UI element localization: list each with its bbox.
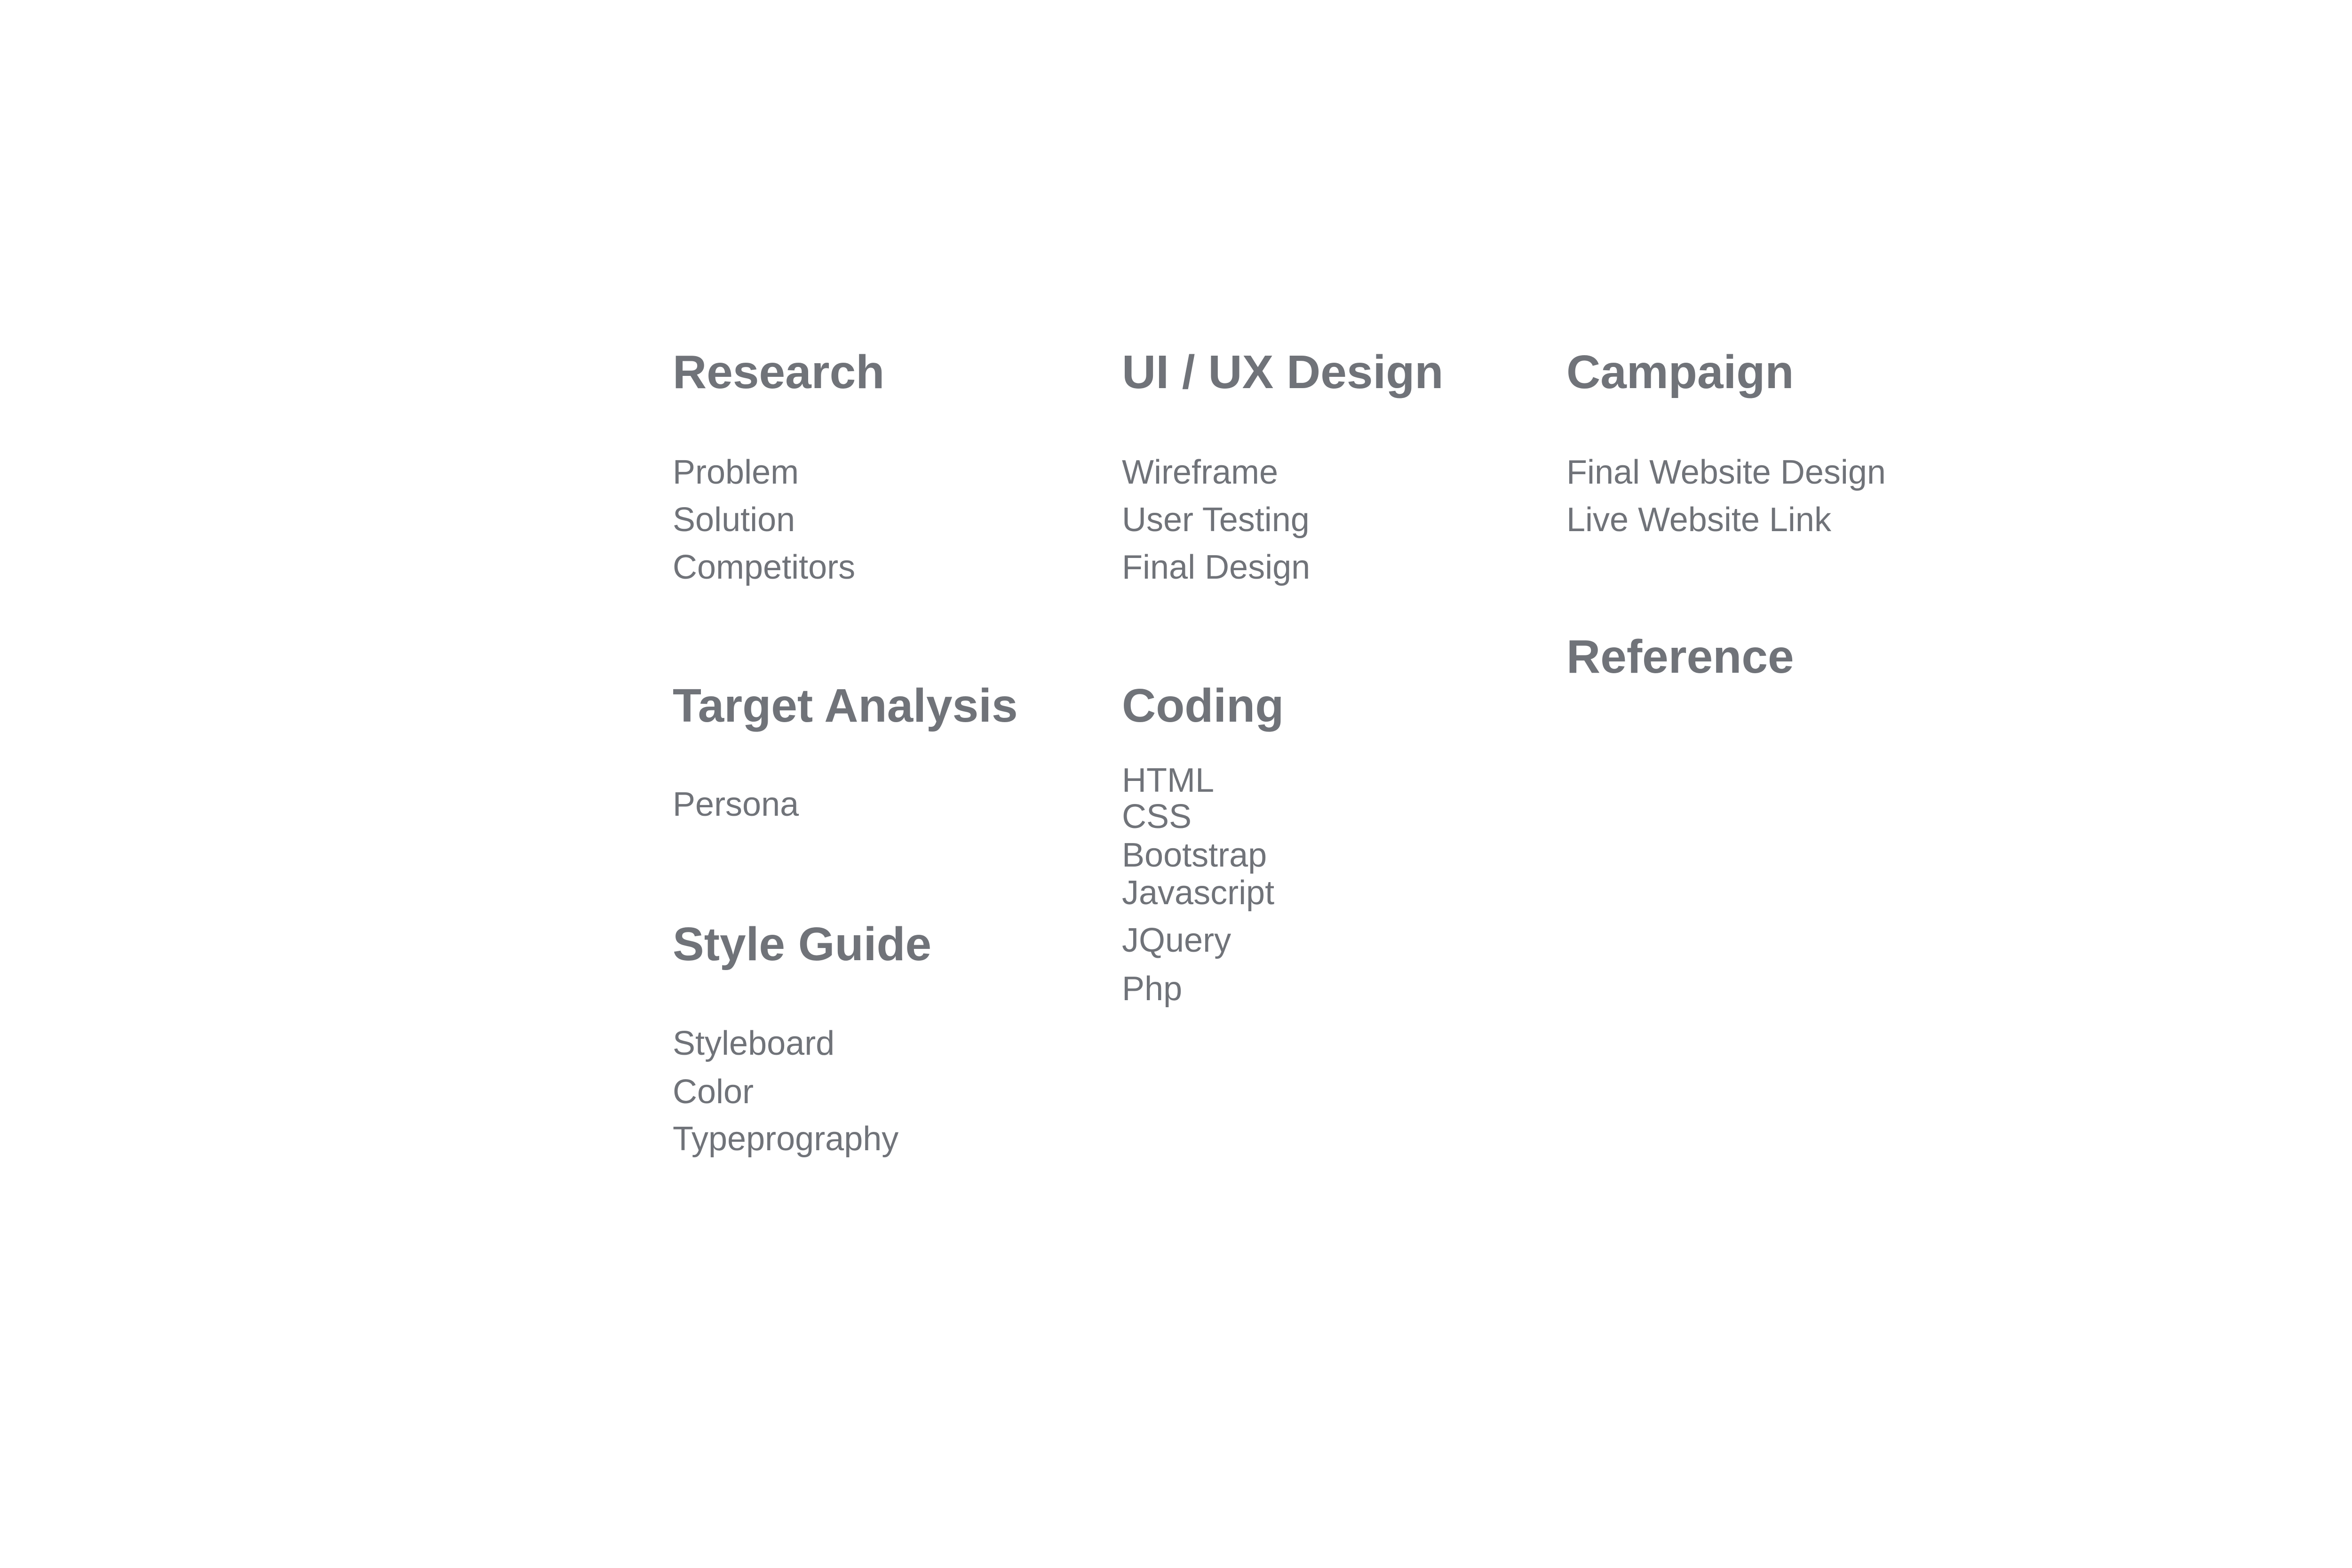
link-problem[interactable]: Problem <box>673 455 799 489</box>
link-javascript[interactable]: Javascript <box>1122 876 1274 910</box>
link-php[interactable]: Php <box>1122 972 1182 1006</box>
section-heading-campaign[interactable]: Campaign <box>1566 349 1794 396</box>
link-competitors[interactable]: Competitors <box>673 550 855 584</box>
link-persona[interactable]: Persona <box>673 788 799 821</box>
link-live-website-link[interactable]: Live Website Link <box>1566 503 1831 537</box>
link-final-design[interactable]: Final Design <box>1122 550 1310 584</box>
link-typography[interactable]: Typeprography <box>673 1122 898 1156</box>
section-heading-style-guide[interactable]: Style Guide <box>673 921 931 968</box>
link-html[interactable]: HTML <box>1122 764 1214 797</box>
section-heading-research[interactable]: Research <box>673 349 884 396</box>
section-heading-target-analysis[interactable]: Target Analysis <box>673 682 1018 729</box>
section-heading-reference[interactable]: Reference <box>1566 633 1794 680</box>
section-heading-coding[interactable]: Coding <box>1122 682 1284 729</box>
link-bootstrap[interactable]: Bootstrap <box>1122 838 1267 872</box>
section-heading-ui-ux-design[interactable]: UI / UX Design <box>1122 349 1443 396</box>
link-wireframe[interactable]: Wireframe <box>1122 455 1278 489</box>
link-final-website-design[interactable]: Final Website Design <box>1566 455 1886 489</box>
link-jquery[interactable]: JQuery <box>1122 923 1231 957</box>
link-color[interactable]: Color <box>673 1075 754 1109</box>
link-styleboard[interactable]: Styleboard <box>673 1027 834 1060</box>
link-solution[interactable]: Solution <box>673 503 795 537</box>
link-user-testing[interactable]: User Testing <box>1122 503 1310 537</box>
link-css[interactable]: CSS <box>1122 800 1192 834</box>
